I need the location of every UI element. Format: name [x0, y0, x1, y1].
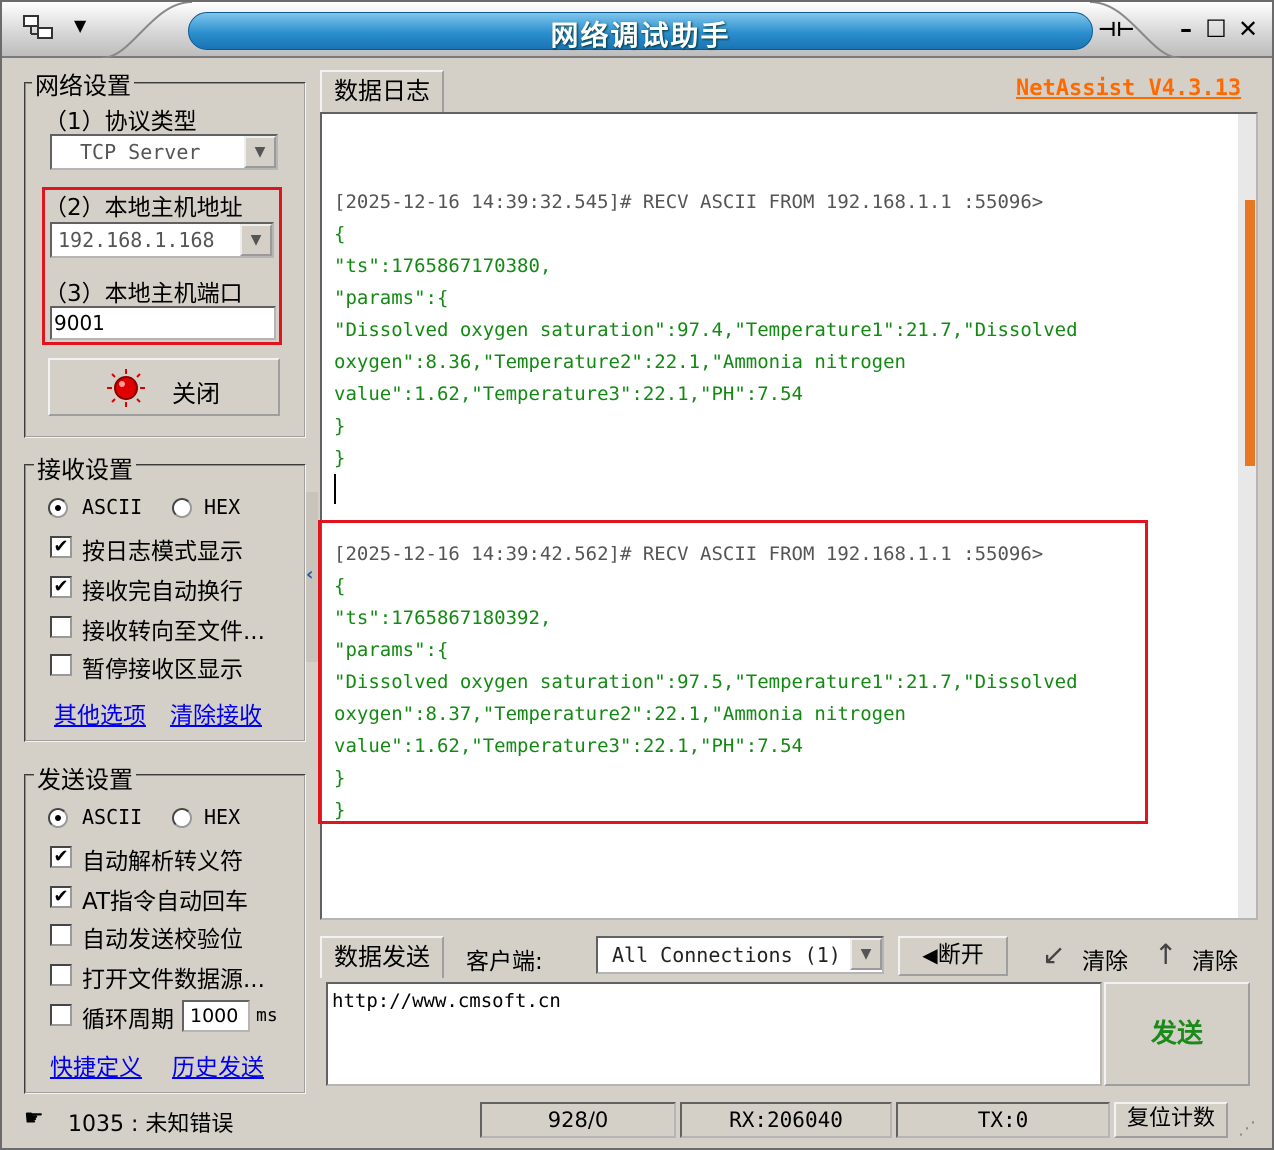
cycle-checkbox[interactable]: [50, 1004, 72, 1026]
send-settings-title: 发送设置: [34, 760, 136, 795]
client-label: 客户端:: [466, 949, 543, 975]
log-mode-label: 按日志模式显示: [82, 539, 243, 565]
pause-display-label: 暂停接收区显示: [82, 657, 243, 683]
network-settings-title: 网络设置: [32, 66, 134, 101]
app-window: ▼ 网络调试助手 ⊣⊢ – ☐ ✕ 网络设置 （1）协议类型 TCP Serve…: [0, 0, 1274, 1150]
send-button[interactable]: 发送: [1104, 982, 1250, 1086]
pin-icon[interactable]: ⊣⊢: [1098, 14, 1135, 44]
send-ascii-label: ASCII: [82, 805, 143, 829]
maximize-button[interactable]: ☐: [1200, 14, 1232, 44]
clear-down-arrow-icon[interactable]: ↙: [1042, 938, 1065, 971]
chevron-down-icon[interactable]: ▼: [850, 938, 882, 970]
log-line: "Dissolved oxygen saturation":97.4,"Temp…: [334, 319, 1078, 341]
shortcut-define-link[interactable]: 快捷定义: [50, 1048, 142, 1082]
send-input-text: http://www.cmsoft.cn: [332, 990, 561, 1012]
log-line: "params":{: [334, 287, 449, 309]
receive-settings-title: 接收设置: [34, 450, 136, 485]
tab-data-send[interactable]: 数据发送: [320, 936, 444, 978]
red-light-icon: [107, 369, 145, 407]
auto-checksum-label: 自动发送校验位: [82, 927, 243, 953]
redirect-file-checkbox[interactable]: [50, 616, 72, 638]
window-title: 网络调试助手: [550, 19, 731, 52]
status-tx: TX:0: [896, 1102, 1110, 1138]
escape-parse-checkbox[interactable]: ✔: [50, 846, 72, 868]
network-app-icon[interactable]: [22, 14, 56, 44]
file-source-label: 打开文件数据源...: [82, 967, 265, 993]
cycle-period-input[interactable]: 1000: [182, 1000, 250, 1032]
log-line: {: [334, 223, 346, 245]
system-menu-arrow-icon[interactable]: ▼: [74, 16, 86, 35]
cycle-label: 循环周期: [82, 1007, 174, 1033]
at-auto-cr-label: AT指令自动回车: [82, 889, 248, 915]
log-entry: [2025-12-16 14:39:32.545]# RECV ASCII FR…: [334, 186, 1214, 506]
disconnect-button[interactable]: ◀断开: [898, 936, 1008, 976]
log-line: }: [334, 447, 346, 469]
clear-history-button[interactable]: 清除: [1192, 942, 1238, 976]
log-line: }: [334, 415, 346, 437]
send-hex-label: HEX: [204, 805, 241, 829]
title-decor-left: [102, 2, 192, 58]
receive-hex-radio[interactable]: [172, 498, 192, 518]
status-hand-icon: ☛: [24, 1106, 44, 1131]
clear-receive-link[interactable]: 清除接收: [170, 696, 262, 730]
client-select[interactable]: All Connections (1) ▼: [596, 936, 884, 974]
clear-send-button[interactable]: 清除: [1082, 942, 1128, 976]
escape-parse-label: 自动解析转义符: [82, 849, 243, 875]
receive-hex-label: HEX: [204, 495, 241, 519]
close-button-label: 关闭: [172, 380, 220, 408]
send-input[interactable]: http://www.cmsoft.cn: [326, 982, 1102, 1086]
send-ascii-radio[interactable]: [48, 808, 68, 828]
cycle-unit: ms: [256, 1005, 278, 1026]
minimize-button[interactable]: –: [1170, 14, 1202, 44]
history-send-link[interactable]: 历史发送: [172, 1048, 264, 1082]
status-message: 1035 : 未知错误: [68, 1112, 234, 1137]
receive-ascii-label: ASCII: [82, 495, 143, 519]
redirect-file-label: 接收转向至文件...: [82, 619, 265, 645]
log-entry-header: [2025-12-16 14:39:32.545]# RECV ASCII FR…: [334, 191, 1044, 213]
auto-checksum-checkbox[interactable]: [50, 924, 72, 946]
status-counter: 928/0: [480, 1102, 676, 1138]
log-line: value":1.62,"Temperature3":22.1,"PH":7.5…: [334, 383, 803, 405]
pause-display-checkbox[interactable]: [50, 654, 72, 676]
close-connection-button[interactable]: 关闭: [48, 358, 280, 416]
close-window-button[interactable]: ✕: [1232, 14, 1264, 44]
auto-newline-label: 接收完自动换行: [82, 579, 243, 605]
brand-link[interactable]: NetAssist V4.3.13: [1016, 76, 1241, 101]
auto-newline-checkbox[interactable]: ✔: [50, 576, 72, 598]
collapse-left-icon[interactable]: ‹: [306, 564, 313, 585]
tab-data-log[interactable]: 数据日志: [320, 70, 444, 112]
arrow-left-icon: ◀: [922, 943, 938, 967]
other-options-link[interactable]: 其他选项: [54, 696, 146, 730]
protocol-label: （1）协议类型: [44, 109, 197, 135]
clear-up-arrow-icon[interactable]: ↑: [1154, 938, 1177, 971]
send-hex-radio[interactable]: [172, 808, 192, 828]
protocol-select[interactable]: TCP Server ▼: [50, 134, 278, 170]
at-auto-cr-checkbox[interactable]: ✔: [50, 886, 72, 908]
status-rx: RX:206040: [680, 1102, 892, 1138]
reset-count-button[interactable]: 复位计数: [1114, 1102, 1228, 1138]
log-line: "ts":1765867170380,: [334, 255, 552, 277]
log-line: oxygen":8.36,"Temperature2":22.1,"Ammoni…: [334, 351, 906, 373]
resize-grip-icon[interactable]: ⋰: [1238, 1118, 1256, 1139]
title-bar: ▼ 网络调试助手 ⊣⊢ – ☐ ✕: [2, 2, 1272, 58]
text-cursor: [334, 474, 1214, 506]
file-source-checkbox[interactable]: [50, 964, 72, 986]
receive-ascii-radio[interactable]: [48, 498, 68, 518]
log-mode-checkbox[interactable]: ✔: [50, 536, 72, 558]
log-scrollbar[interactable]: [1238, 114, 1256, 918]
log-scrollbar-thumb[interactable]: [1245, 200, 1255, 466]
highlight-box-host-port: [42, 187, 282, 345]
chevron-down-icon[interactable]: ▼: [244, 136, 276, 168]
highlight-box-last-message: [318, 520, 1148, 824]
